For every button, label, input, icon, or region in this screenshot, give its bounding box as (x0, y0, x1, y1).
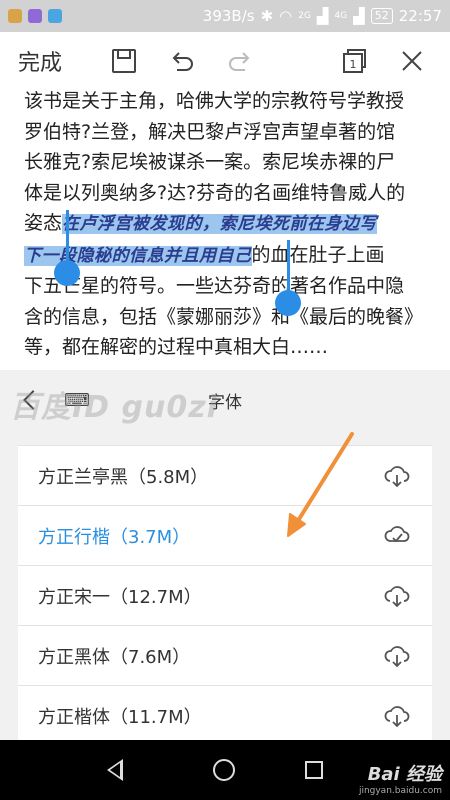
signal-2g: 2G (298, 11, 311, 21)
close-button[interactable] (392, 41, 432, 81)
font-panel-header: ⌨ 字体 百度ID gu0zi (0, 370, 450, 430)
done-button[interactable]: 完成 (18, 45, 86, 77)
font-item[interactable]: 方正楷体（11.7M） (18, 685, 432, 745)
font-item-label: 方正兰亭黑（5.8M） (38, 466, 209, 488)
status-bar: 393B/s ✱ ◠ 2G ▟ 4G ▟ 52 22:57 (0, 0, 450, 32)
font-item-label: 方正行楷（3.7M） (38, 526, 191, 548)
home-nav-icon[interactable] (213, 759, 235, 781)
font-panel: ⌨ 字体 百度ID gu0zi 方正兰亭黑（5.8M） 方正行楷（3.7M） 方… (0, 370, 450, 745)
bluetooth-icon: ✱ (260, 7, 274, 25)
signal-4g: 4G (334, 11, 348, 21)
selection-end-line (287, 240, 290, 292)
clock: 22:57 (398, 7, 442, 25)
document-text[interactable]: 该书是关于主角，哈佛大学的宗教符号学教授 罗伯特?兰登，解决巴黎卢浮宫声望卓著的… (24, 86, 434, 363)
font-item[interactable]: 方正宋一（12.7M） (18, 565, 432, 625)
text-line: 该书是关于主角，哈佛大学的宗教符号学教授 (24, 90, 405, 112)
network-speed: 393B/s (202, 7, 255, 25)
app-notification-icon (8, 9, 22, 23)
text-line: 体是以列奥纳多?达?芬奇的名画维特鲁威人的 (24, 181, 406, 204)
signal-icon: ▟ (353, 7, 365, 25)
battery-level: 52 (370, 8, 393, 24)
font-item[interactable]: 方正兰亭黑（5.8M） (18, 445, 432, 505)
selected-text[interactable]: 在卢浮宫被发现的，索尼埃死前在身边写 (62, 214, 378, 234)
font-list: 方正兰亭黑（5.8M） 方正行楷（3.7M） 方正宋一（12.7M） 方正黑体（… (18, 445, 432, 745)
tabs-button[interactable]: 1 (334, 41, 374, 81)
font-item-label: 方正宋一（12.7M） (38, 586, 202, 608)
cloud-download-icon[interactable] (382, 461, 412, 491)
redo-button[interactable] (220, 41, 260, 81)
text-span: 的血在肚子上画 (251, 243, 385, 266)
selection-start-handle[interactable] (54, 260, 80, 286)
redo-icon (229, 52, 250, 71)
watermark: 百度ID gu0zi (10, 390, 218, 425)
text-line: 罗伯特?兰登，解决巴黎卢浮宫声望卓著的馆 (24, 120, 396, 143)
selection-end-handle[interactable] (275, 290, 301, 316)
app-notification-icon (28, 9, 42, 23)
text-span: 姿态 (24, 212, 63, 234)
close-icon (402, 51, 422, 71)
text-line: 等，都在解密的过程中真相大白…… (24, 336, 329, 358)
cloud-download-icon[interactable] (382, 641, 412, 671)
cloud-check-icon[interactable] (382, 521, 412, 551)
save-icon (112, 49, 136, 73)
editor-toolbar: 完成 1 (0, 32, 450, 90)
cloud-download-icon[interactable] (382, 581, 412, 611)
recents-nav-icon[interactable] (305, 761, 323, 779)
baidu-logo: Bai 经验 (367, 764, 442, 785)
tabs-icon: 1 (343, 49, 366, 73)
back-nav-icon[interactable] (107, 759, 123, 781)
text-line: 下五芒星的符号。一些达芬奇的著名作品中隐 (24, 275, 405, 297)
cloud-download-icon[interactable] (382, 701, 412, 731)
signal-icon: ▟ (316, 7, 329, 25)
font-item-selected[interactable]: 方正行楷（3.7M） (18, 505, 432, 565)
save-button[interactable] (104, 41, 144, 81)
text-line: 长雅克?索尼埃被谋杀一案。索尼埃赤裸的尸 (24, 151, 396, 173)
app-notification-icon (48, 9, 62, 23)
text-line: 含的信息，包括《蒙娜丽莎》和《最后的晚餐》 (24, 305, 424, 328)
selection-start-line (66, 210, 69, 264)
text-line: 下一段隐秘的信息并且用自己的血在肚子上画 (24, 240, 434, 272)
wifi-icon: ◠ (279, 7, 293, 25)
baidu-url: jingyan.baidu.com (358, 786, 442, 796)
baidu-watermark: Bai 经验 jingyan.baidu.com (359, 760, 442, 796)
text-line: 姿态在卢浮宫被发现的，索尼埃死前在身边写 (24, 208, 434, 240)
navigation-bar: Bai 经验 jingyan.baidu.com (0, 740, 450, 800)
font-item-label: 方正黑体（7.6M） (38, 646, 191, 668)
tab-count: 1 (350, 58, 357, 71)
font-item-label: 方正楷体（11.7M） (38, 706, 202, 728)
undo-button[interactable] (162, 41, 202, 81)
font-item[interactable]: 方正黑体（7.6M） (18, 625, 432, 685)
undo-icon (172, 52, 193, 71)
